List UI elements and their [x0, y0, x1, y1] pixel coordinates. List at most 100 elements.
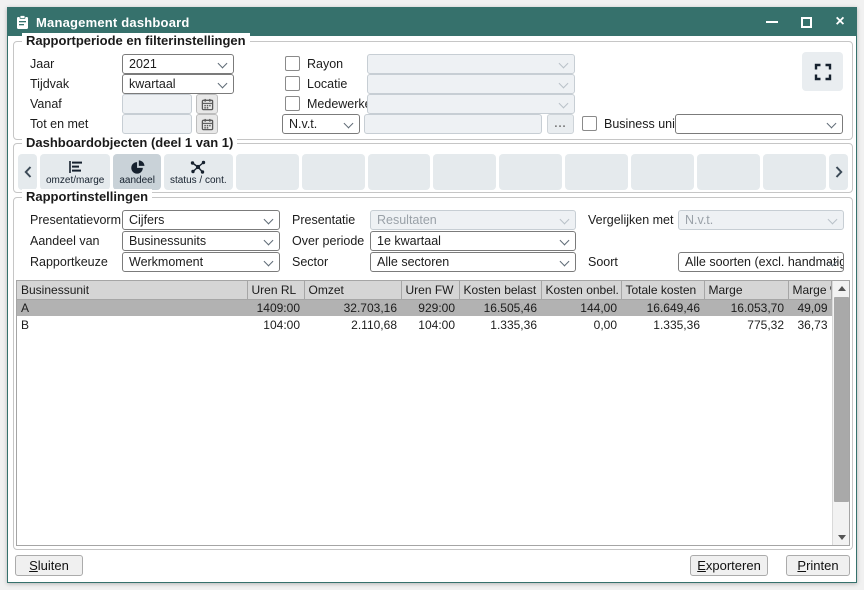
exporteren-button[interactable]: Exporteren	[690, 555, 768, 576]
dashboard-button-empty[interactable]	[763, 154, 826, 190]
table-cell: B	[17, 316, 247, 333]
table-cell: A	[17, 299, 247, 316]
filter-value-input[interactable]	[364, 114, 542, 134]
triangle-up-icon	[838, 286, 846, 291]
tot-en-met-label: Tot en met	[30, 117, 88, 131]
filter-type-select[interactable]: N.v.t.	[282, 114, 360, 134]
window-controls: ×	[764, 14, 848, 30]
table-cell: 144,00	[541, 299, 621, 316]
rayon-checkbox[interactable]	[285, 56, 300, 71]
table-cell: 49,09	[788, 299, 832, 316]
medewerker-select[interactable]	[367, 94, 575, 114]
sector-label: Sector	[292, 255, 328, 269]
table-cell: 16.505,46	[459, 299, 541, 316]
table-cell: 929:00	[401, 299, 459, 316]
rayon-select[interactable]	[367, 54, 575, 74]
locatie-checkbox[interactable]	[285, 76, 300, 91]
window-content: Rapportperiode en filterinstellingen Jaa…	[8, 36, 856, 584]
scroll-down-button[interactable]	[833, 530, 850, 545]
dashboard-button-empty[interactable]	[631, 154, 694, 190]
table-cell: 0,00	[541, 316, 621, 333]
fullscreen-button[interactable]	[802, 52, 843, 91]
medewerker-checkbox[interactable]	[285, 96, 300, 111]
soort-label: Soort	[588, 255, 618, 269]
sluiten-button[interactable]: Sluiten	[15, 555, 83, 576]
table-scrollbar[interactable]	[832, 281, 849, 545]
window-title: Management dashboard	[36, 15, 190, 30]
locatie-select[interactable]	[367, 74, 575, 94]
titlebar: Management dashboard ×	[8, 8, 856, 36]
column-header[interactable]: Totale kosten	[621, 281, 704, 299]
dashboard-button-empty[interactable]	[499, 154, 562, 190]
calendar-icon	[201, 118, 214, 131]
management-dashboard-window: Management dashboard × Rapportperiode en…	[7, 7, 857, 583]
table-body: A1409:0032.703,16929:0016.505,46144,0016…	[17, 299, 832, 333]
presentatie-select[interactable]: Resultaten	[370, 210, 576, 230]
vanaf-input[interactable]	[122, 94, 192, 114]
dashboard-button-aandeel[interactable]: aandeel	[113, 154, 161, 190]
tot-en-met-input[interactable]	[122, 114, 192, 134]
rayon-label: Rayon	[307, 57, 343, 71]
dashboard-button-status-cont[interactable]: status / cont.	[164, 154, 233, 190]
jaar-select[interactable]: 2021	[122, 54, 234, 74]
column-header[interactable]: Kosten onbel.	[541, 281, 621, 299]
sector-select[interactable]: Alle sectoren	[370, 252, 576, 272]
over-periode-label: Over periode	[292, 234, 364, 248]
dashboard-buttons: omzet/marge aandeel status / cont.	[40, 154, 826, 190]
business-unit-select[interactable]	[675, 114, 843, 134]
dashboard-button-empty[interactable]	[302, 154, 365, 190]
soort-select[interactable]: Alle soorten (excl. handmatig	[678, 252, 844, 272]
dashboard-button-omzet-marge[interactable]: omzet/marge	[40, 154, 110, 190]
dashboard-button-empty[interactable]	[368, 154, 431, 190]
table-cell: 36,73	[788, 316, 832, 333]
aandeel-van-select[interactable]: Businessunits	[122, 231, 280, 251]
printen-button[interactable]: Printen	[786, 555, 850, 576]
dashboard-button-label: omzet/marge	[46, 175, 104, 187]
maximize-button[interactable]	[798, 14, 814, 30]
dashboard-prev-button[interactable]	[18, 154, 37, 190]
vergelijken-met-select[interactable]: N.v.t.	[678, 210, 844, 230]
over-periode-select[interactable]: 1e kwartaal	[370, 231, 576, 251]
tijdvak-value: kwartaal	[129, 77, 176, 91]
rapportkeuze-select[interactable]: Werkmoment	[122, 252, 280, 272]
table-cell: 2.110,68	[304, 316, 401, 333]
tot-en-met-calendar-button[interactable]	[196, 114, 218, 134]
tijdvak-select[interactable]: kwartaal	[122, 74, 234, 94]
table-row[interactable]: B104:002.110,68104:001.335,360,001.335,3…	[17, 316, 832, 333]
locatie-label: Locatie	[307, 77, 347, 91]
column-header[interactable]: Marge %	[788, 281, 832, 299]
column-header[interactable]: Uren FW	[401, 281, 459, 299]
table-cell: 104:00	[401, 316, 459, 333]
business-unit-checkbox[interactable]	[582, 116, 597, 131]
column-header[interactable]: Businessunit	[17, 281, 247, 299]
minimize-button[interactable]	[764, 14, 780, 30]
column-header[interactable]: Marge	[704, 281, 788, 299]
dashboard-button-empty[interactable]	[433, 154, 496, 190]
filters-legend: Rapportperiode en filterinstellingen	[22, 33, 250, 48]
report-settings-fieldset: Rapportinstellingen Presentatievorm Cijf…	[13, 197, 853, 550]
pie-chart-icon	[129, 158, 146, 175]
close-button[interactable]: ×	[832, 14, 848, 30]
table-cell: 775,32	[704, 316, 788, 333]
filter-browse-button[interactable]: ...	[547, 114, 574, 134]
column-header[interactable]: Kosten belast	[459, 281, 541, 299]
scroll-up-button[interactable]	[833, 281, 850, 296]
fullscreen-icon	[814, 63, 832, 81]
dashboard-button-label: status / cont.	[170, 175, 227, 187]
dashboard-button-empty[interactable]	[565, 154, 628, 190]
vanaf-label: Vanaf	[30, 97, 62, 111]
table-cell: 1.335,36	[459, 316, 541, 333]
column-header[interactable]: Uren RL	[247, 281, 304, 299]
dashboard-objects-legend: Dashboardobjecten (deel 1 van 1)	[22, 135, 237, 150]
vanaf-calendar-button[interactable]	[196, 94, 218, 114]
scrollbar-thumb[interactable]	[834, 297, 849, 502]
table-header: Businessunit Uren RL Omzet Uren FW Koste…	[17, 281, 832, 299]
dashboard-next-button[interactable]	[829, 154, 848, 190]
presentatievorm-select[interactable]: Cijfers	[122, 210, 280, 230]
jaar-value: 2021	[129, 57, 157, 71]
column-header[interactable]: Omzet	[304, 281, 401, 299]
dashboard-button-empty[interactable]	[697, 154, 760, 190]
table-row[interactable]: A1409:0032.703,16929:0016.505,46144,0016…	[17, 299, 832, 316]
tijdvak-label: Tijdvak	[30, 77, 69, 91]
dashboard-button-empty[interactable]	[236, 154, 299, 190]
